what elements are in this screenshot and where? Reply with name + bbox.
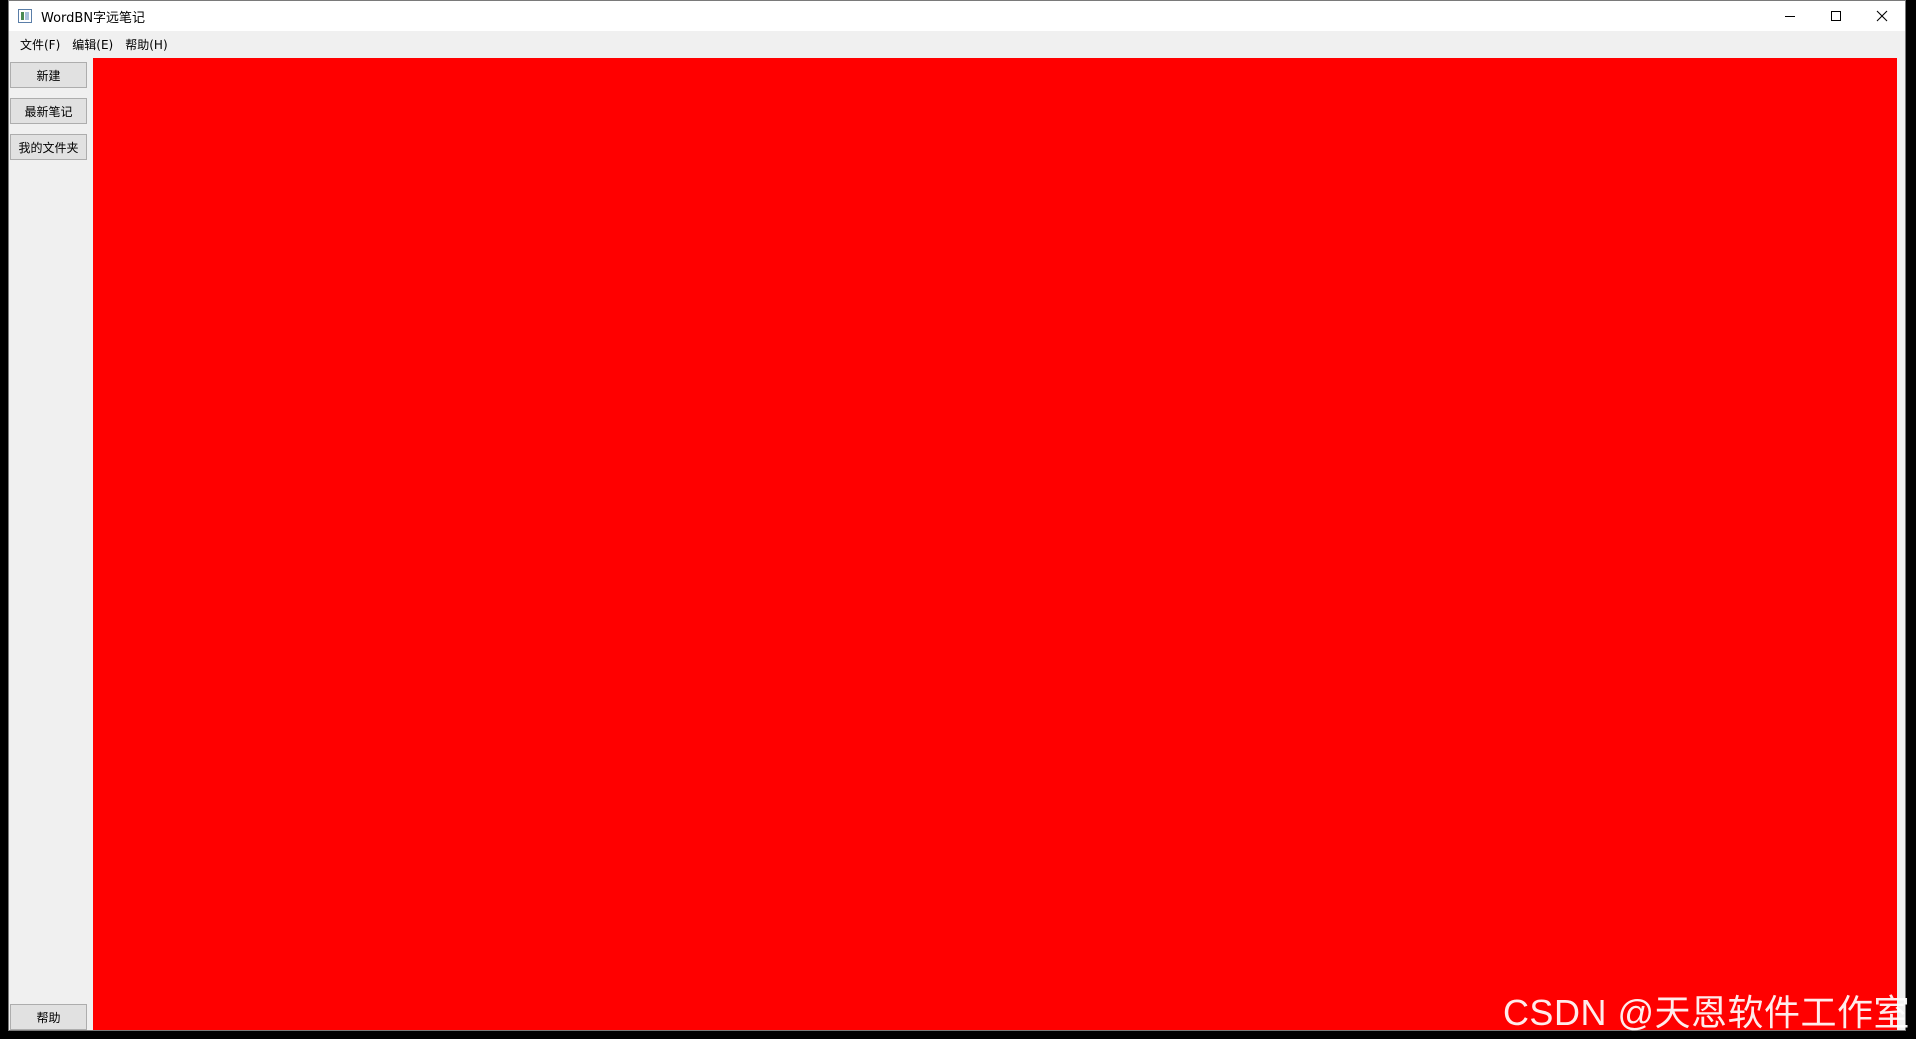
menu-bar: 文件(F) 编辑(E) 帮助(H) [9,31,1905,58]
my-folders-button[interactable]: 我的文件夹 [10,134,87,160]
menu-file[interactable]: 文件(F) [14,34,66,55]
title-bar[interactable]: WordBN字远笔记 [9,1,1905,31]
minimize-button[interactable] [1767,1,1813,31]
menu-edit[interactable]: 编辑(E) [66,34,119,55]
window-title: WordBN字远笔记 [41,10,146,26]
sidebar: 新建 最新笔记 我的文件夹 帮助 [9,58,93,1030]
app-window: WordBN字远笔记 文件(F) 编辑(E) 帮助(H) 新建 最新笔记 我的文… [8,0,1906,1031]
screen: WordBN字远笔记 文件(F) 编辑(E) 帮助(H) 新建 最新笔记 我的文… [0,0,1916,1039]
close-icon [1876,10,1888,22]
maximize-icon [1831,11,1841,21]
app-icon [18,9,32,23]
recent-notes-button[interactable]: 最新笔记 [10,98,87,124]
help-button[interactable]: 帮助 [10,1004,87,1030]
maximize-button[interactable] [1813,1,1859,31]
menu-help[interactable]: 帮助(H) [119,34,173,55]
window-controls [1767,1,1905,31]
new-note-button[interactable]: 新建 [10,62,87,88]
close-button[interactable] [1859,1,1905,31]
csdn-watermark: CSDN @天恩软件工作室 [1502,992,1910,1033]
minimize-icon [1785,16,1795,17]
main-content-area[interactable] [93,58,1897,1030]
